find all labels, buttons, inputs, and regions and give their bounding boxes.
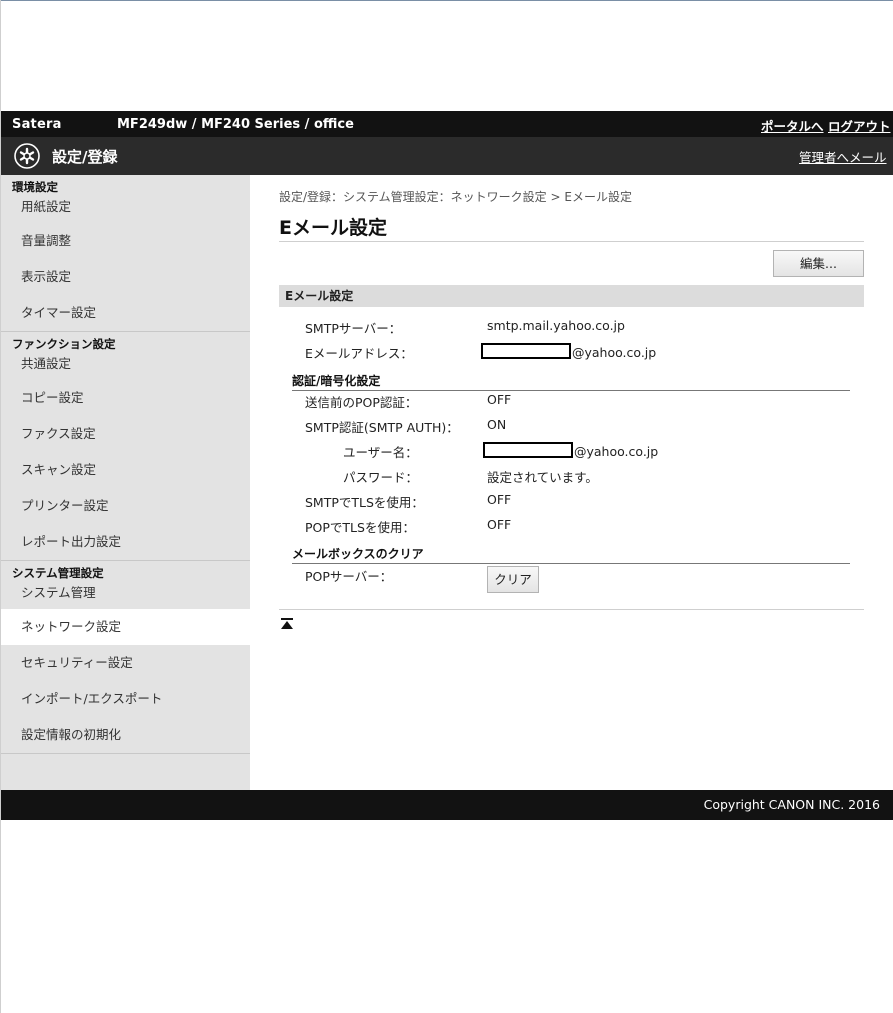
section-header: 設定/登録 管理者へメール <box>1 137 893 175</box>
breadcrumb: 設定/登録：システム管理設定：ネットワーク設定 > Eメール設定 <box>279 190 632 204</box>
subsection-auth: 認証/暗号化設定 <box>292 372 850 391</box>
sidebar-heading-environment: 環境設定 <box>12 180 58 194</box>
username-label: ユーザー名： <box>343 445 418 460</box>
settings-register-icon <box>14 143 40 169</box>
sidebar-item-common[interactable]: 共通設定 <box>1 356 250 380</box>
smtp-server-value: smtp.mail.yahoo.co.jp <box>487 318 625 333</box>
email-address-value: @yahoo.co.jp <box>481 343 656 360</box>
sidebar-item-timer[interactable]: タイマー設定 <box>1 295 250 331</box>
smtp-auth-value: ON <box>487 417 507 432</box>
section-heading-email: Eメール設定 <box>279 285 864 307</box>
sidebar: 環境設定 用紙設定 音量調整 表示設定 タイマー設定 ファンクション設定 共通設… <box>1 175 250 790</box>
sidebar-item-scan[interactable]: スキャン設定 <box>1 452 250 488</box>
redacted-block <box>481 343 571 359</box>
top-header: Satera MF249dw / MF240 Series / office ポ… <box>1 111 893 137</box>
password-value: 設定されています。 <box>487 470 598 485</box>
portal-link[interactable]: ポータルへ <box>761 116 824 135</box>
redacted-block <box>483 442 573 458</box>
sidebar-item-copy[interactable]: コピー設定 <box>1 380 250 416</box>
sidebar-item-volume[interactable]: 音量調整 <box>1 223 250 259</box>
sidebar-item-paper[interactable]: 用紙設定 <box>1 199 250 223</box>
sidebar-item-display[interactable]: 表示設定 <box>1 259 250 295</box>
password-label: パスワード： <box>343 470 419 485</box>
email-address-label: Eメールアドレス： <box>305 346 413 361</box>
smtp-auth-label: SMTP認証(SMTP AUTH)： <box>305 420 459 435</box>
pop-tls-value: OFF <box>487 517 512 532</box>
sidebar-divider <box>1 753 250 754</box>
subsection-mailbox-clear: メールボックスのクリア <box>292 545 850 564</box>
pop-server-label: POPサーバー： <box>305 569 393 584</box>
device-model: MF249dw / MF240 Series / office <box>117 117 354 132</box>
sidebar-item-network[interactable]: ネットワーク設定 <box>1 609 250 645</box>
username-domain: @yahoo.co.jp <box>574 444 659 459</box>
logout-link[interactable]: ログアウト <box>828 116 891 135</box>
edit-button[interactable]: 編集... <box>773 250 864 277</box>
sidebar-item-security[interactable]: セキュリティー設定 <box>1 645 250 681</box>
pop-tls-label: POPでTLSを使用： <box>305 520 415 535</box>
clear-button[interactable]: クリア <box>487 566 539 593</box>
sidebar-item-printer[interactable]: プリンター設定 <box>1 488 250 524</box>
pop-before-label: 送信前のPOP認証： <box>305 395 418 410</box>
brand-name: Satera <box>12 117 62 132</box>
sidebar-heading-system: システム管理設定 <box>12 566 104 580</box>
sidebar-item-fax[interactable]: ファクス設定 <box>1 416 250 452</box>
smtp-tls-value: OFF <box>487 492 512 507</box>
section-title: 設定/登録 <box>52 148 118 166</box>
smtp-server-label: SMTPサーバー： <box>305 321 402 336</box>
main-content: 設定/登録：システム管理設定：ネットワーク設定 > Eメール設定 Eメール設定 … <box>279 175 864 790</box>
sidebar-item-import-export[interactable]: インポート/エクスポート <box>1 681 250 717</box>
sidebar-item-report[interactable]: レポート出力設定 <box>1 524 250 560</box>
sidebar-item-system-management[interactable]: システム管理 <box>1 585 250 609</box>
content-divider <box>279 609 864 610</box>
back-to-top-icon[interactable] <box>281 618 293 630</box>
copyright-text: Copyright CANON INC. 2016 <box>703 797 880 812</box>
pop-before-value: OFF <box>487 392 512 407</box>
smtp-tls-label: SMTPでTLSを使用： <box>305 495 424 510</box>
title-divider <box>279 241 864 242</box>
email-domain: @yahoo.co.jp <box>572 345 657 360</box>
footer: Copyright CANON INC. 2016 <box>1 790 893 820</box>
sidebar-item-reset[interactable]: 設定情報の初期化 <box>1 717 250 753</box>
window-top-border <box>0 0 893 1</box>
username-value: @yahoo.co.jp <box>483 442 658 459</box>
sidebar-heading-function: ファンクション設定 <box>12 337 116 351</box>
admin-mail-link[interactable]: 管理者へメール <box>799 147 887 166</box>
page-title: Eメール設定 <box>279 217 387 239</box>
